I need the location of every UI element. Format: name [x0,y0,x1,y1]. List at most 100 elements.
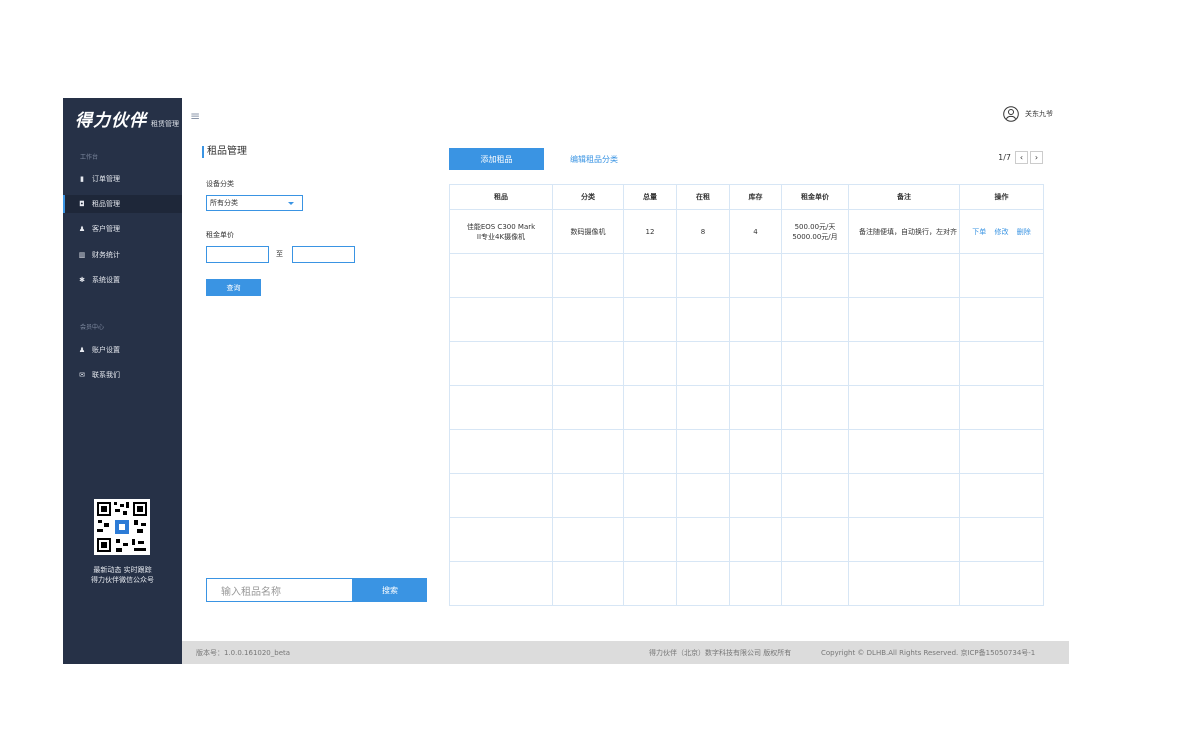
hamburger-icon[interactable]: ≡ [190,109,200,123]
column-header: 备注 [848,184,960,210]
empty-cell [623,561,677,606]
empty-cell [959,517,1044,562]
delete-link[interactable]: 删除 [1017,228,1031,236]
empty-cell [848,341,960,386]
prev-page-button[interactable]: ‹ [1015,151,1028,164]
empty-cell [729,385,782,430]
empty-cell [449,341,553,386]
sidebar-item-label: 订单管理 [92,175,120,183]
empty-cell [848,473,960,518]
section-label-workspace: 工作台 [80,154,99,161]
sidebar-item-account[interactable]: ♟ 账户设置 [63,341,182,359]
sidebar-item-settings[interactable]: ✱ 系统设置 [63,271,182,289]
sidebar-item-finance[interactable]: ▥ 财务统计 [63,246,182,264]
users-icon: ♟ [78,225,86,233]
empty-cell [449,429,553,474]
qr-caption-line1: 最新动态 实时跟踪 [93,566,152,574]
empty-cell [848,429,960,474]
empty-cell [552,297,624,342]
empty-cell [781,341,849,386]
column-header: 库存 [729,184,782,210]
empty-cell [676,517,730,562]
search-button[interactable]: 搜索 [353,578,427,602]
table-row-empty [449,341,1044,386]
table-row-empty [449,473,1044,518]
table-row-empty [449,517,1044,562]
sidebar-item-rentals[interactable]: ◘ 租品管理 [63,195,182,213]
price-min-input[interactable] [206,246,269,263]
empty-cell [781,253,849,298]
empty-cell [449,385,553,430]
camera-icon: ◘ [79,200,85,208]
chart-icon: ▥ [78,251,86,259]
footer: 版本号：1.0.0.161020_beta 得力伙伴（北京）数字科技有限公司 版… [182,641,1069,664]
empty-cell [552,429,624,474]
price-cell: 500.00元/天 5000.00元/月 [781,209,849,254]
empty-cell [552,517,624,562]
empty-cell [729,429,782,474]
category-select[interactable]: 所有分类 [206,195,303,211]
sidebar-item-label: 客户管理 [92,225,120,233]
sidebar-item-customers[interactable]: ♟ 客户管理 [63,220,182,238]
section-label-member: 会员中心 [80,324,105,331]
empty-cell [623,341,677,386]
empty-cell [449,561,553,606]
query-button[interactable]: 查询 [206,279,261,296]
gear-icon: ✱ [79,276,85,284]
price-label: 租金单价 [206,231,234,239]
empty-cell [676,297,730,342]
column-header: 总量 [623,184,677,210]
empty-cell [781,561,849,606]
empty-cell [552,341,624,386]
table-row-empty [449,385,1044,430]
order-link[interactable]: 下单 [972,228,986,236]
sidebar-item-label: 租品管理 [92,200,120,208]
empty-cell [729,473,782,518]
search-input[interactable]: 输入租品名称 [206,578,353,602]
empty-cell [623,429,677,474]
empty-cell [729,253,782,298]
pagination: 1/7 ‹ › [998,151,1043,164]
category-select-value: 所有分类 [210,199,238,207]
chevron-down-icon [288,202,294,205]
stock-cell: 4 [729,209,782,254]
column-header: 操作 [959,184,1044,210]
empty-cell [959,297,1044,342]
sidebar-item-orders[interactable]: ▮ 订单管理 [63,170,182,188]
empty-cell [848,385,960,430]
empty-cell [729,561,782,606]
table-row-empty [449,253,1044,298]
next-page-button[interactable]: › [1030,151,1043,164]
total-cell: 12 [623,209,677,254]
empty-cell [623,473,677,518]
column-header: 租品 [449,184,553,210]
copyright-text: Copyright © DLHB.All Rights Reserved. 京I… [821,648,1036,657]
empty-cell [623,517,677,562]
empty-cell [449,473,553,518]
empty-cell [959,429,1044,474]
sidebar-item-label: 账户设置 [92,346,120,354]
sidebar-item-label: 系统设置 [92,276,120,284]
price-range-separator: 至 [276,250,283,258]
operations-cell: 下单 修改 删除 [959,209,1044,254]
add-item-button[interactable]: 添加租品 [449,148,544,170]
empty-cell [959,385,1044,430]
qr-code-image [94,499,150,555]
edit-link[interactable]: 修改 [995,228,1009,236]
sidebar-item-label: 财务统计 [92,251,120,259]
sidebar-item-contact[interactable]: ✉ 联系我们 [63,366,182,384]
logo: 得力伙伴 租赁管理 [75,106,179,132]
user-icon: ♟ [78,346,86,354]
edit-category-link[interactable]: 编辑租品分类 [570,154,618,165]
price-max-input[interactable] [292,246,355,263]
empty-cell [676,561,730,606]
page-title: 租品管理 [202,146,247,158]
empty-cell [959,561,1044,606]
logo-text: 得力伙伴 [75,111,147,131]
empty-cell [623,385,677,430]
empty-cell [781,385,849,430]
company-text: 得力伙伴（北京）数字科技有限公司 版权所有 [649,648,792,657]
table-row-empty [449,429,1044,474]
empty-cell [729,517,782,562]
user-menu[interactable]: 关东九爷 [1003,106,1053,122]
